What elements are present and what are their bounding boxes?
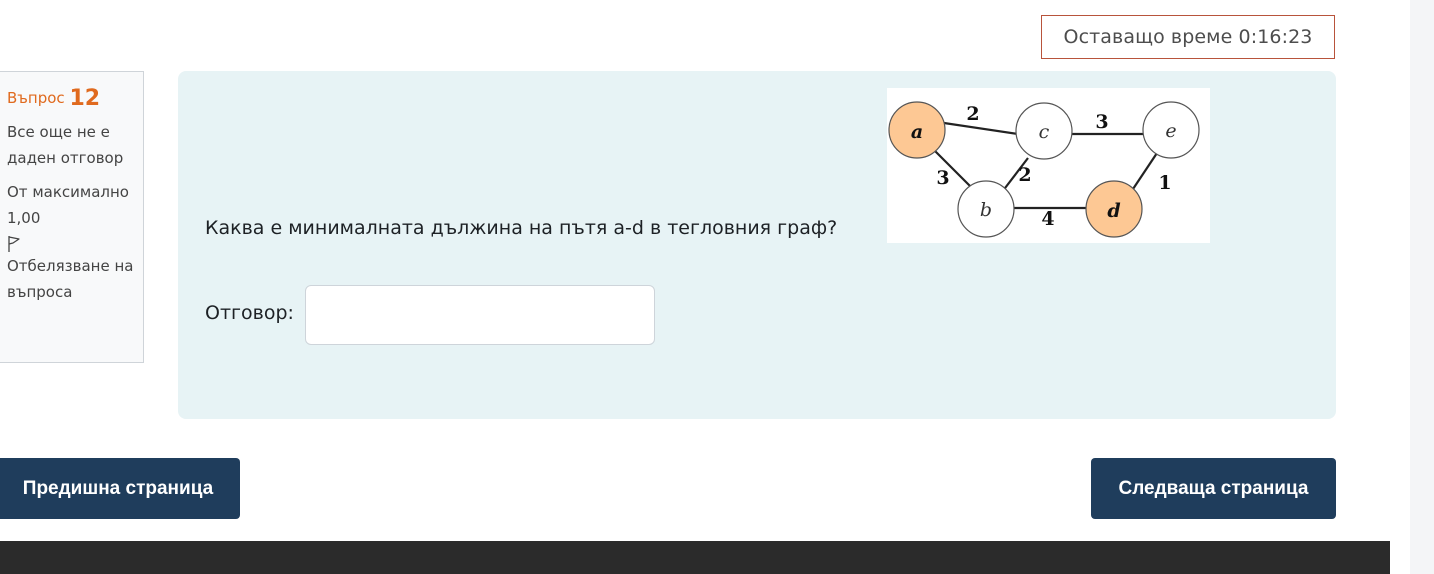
- answer-label: Отговор:: [205, 302, 294, 324]
- flag-question-label: Отбелязване на въпроса: [7, 257, 134, 301]
- question-text: Каква е минималната дължина на пътя a-d …: [205, 217, 838, 239]
- graph-edge-weight: 1: [1158, 172, 1171, 194]
- graph-edge-weight: 2: [966, 103, 979, 125]
- graph-node-label: d: [1107, 200, 1120, 222]
- graph-node-label: c: [1039, 121, 1050, 143]
- question-label: Въпрос: [7, 89, 65, 107]
- question-content: Каква е минималната дължина на пътя a-d …: [178, 71, 1336, 419]
- answer-input[interactable]: [305, 285, 655, 345]
- graph-edge-weight: 3: [1095, 111, 1108, 133]
- graph-edge-weight: 2: [1018, 164, 1031, 186]
- graph-edge: [1132, 152, 1158, 190]
- scrollbar-track[interactable]: [1410, 0, 1434, 574]
- next-page-button[interactable]: Следваща страница: [1091, 458, 1336, 519]
- graph-edge-weight: 4: [1041, 208, 1054, 230]
- question-state: Все още не е даден отговор: [7, 123, 124, 167]
- previous-page-button[interactable]: Предишна страница: [0, 458, 240, 519]
- graph-node-label: a: [911, 121, 923, 143]
- flag-question-link[interactable]: Отбелязване на въпроса: [7, 235, 137, 305]
- graph-edge: [943, 121, 1019, 136]
- timer-text: Оставащо време 0:16:23: [1063, 26, 1313, 48]
- graph-node-label: b: [980, 199, 992, 221]
- quiz-timer: Оставащо време 0:16:23: [1041, 15, 1335, 59]
- graph-edge-weight: 3: [936, 167, 949, 189]
- weighted-graph-image: a c e b d 2 3 3 2 1 4: [887, 88, 1210, 243]
- graph-node-label: e: [1165, 120, 1176, 142]
- question-number: Въпрос 12: [7, 82, 137, 113]
- page-footer: [0, 541, 1390, 574]
- question-number-value: 12: [69, 86, 101, 111]
- page-gutter: [1390, 0, 1410, 574]
- flag-icon: [8, 236, 20, 252]
- question-info-panel: Въпрос 12 Все още не е даден отговор От …: [0, 71, 144, 363]
- question-grade: От максимално 1,00: [7, 183, 129, 227]
